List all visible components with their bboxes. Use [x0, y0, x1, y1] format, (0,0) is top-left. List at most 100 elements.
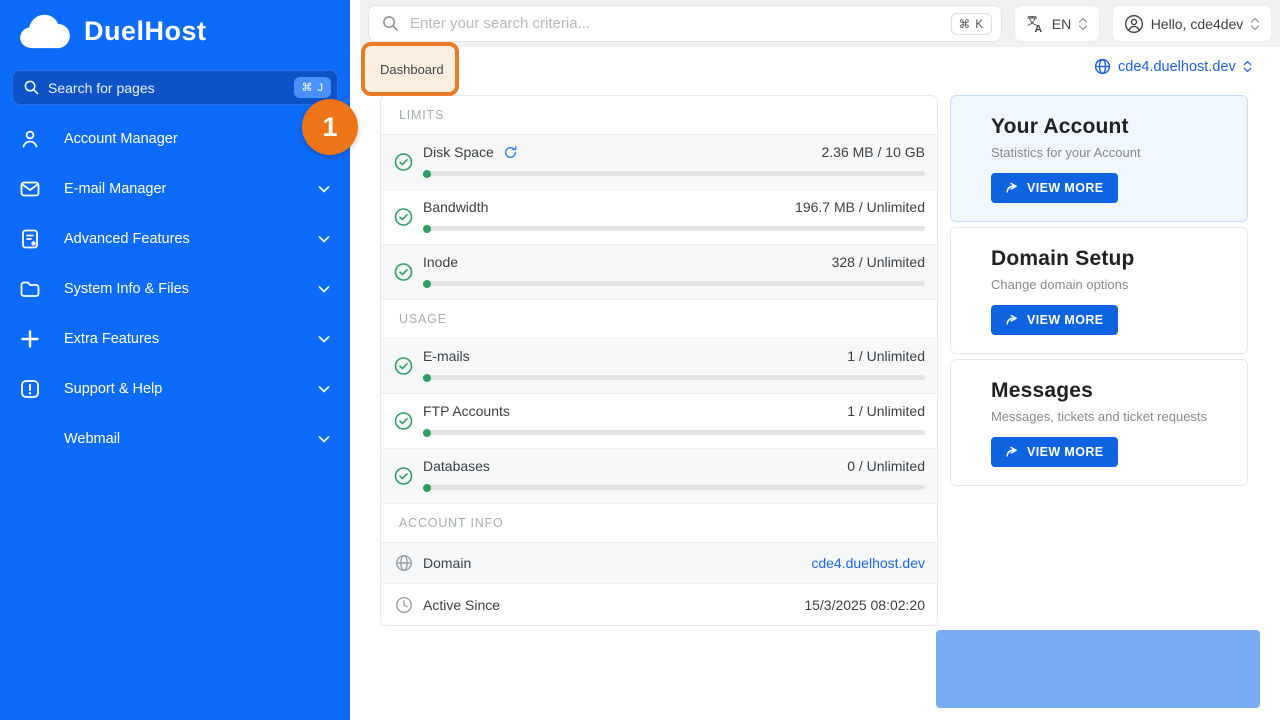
metric-value: 196.7 MB / Unlimited: [795, 199, 925, 215]
domain-selector[interactable]: cde4.duelhost.dev: [1094, 58, 1252, 75]
language-selector[interactable]: 文 A EN: [1014, 5, 1100, 42]
annotation-step-badge: 1: [302, 99, 358, 155]
metric-row-bandwidth: Bandwidth 196.7 MB / Unlimited: [381, 190, 937, 245]
cloud-logo-icon: [14, 10, 76, 52]
brand-name: DuelHost: [84, 16, 207, 47]
info-label: Domain: [423, 555, 471, 571]
user-greeting: Hello, cde4dev: [1151, 16, 1244, 32]
card-subtitle: Messages, tickets and ticket requests: [991, 409, 1233, 424]
user-icon: [17, 126, 43, 152]
domain-link[interactable]: cde4.duelhost.dev: [811, 555, 925, 571]
chevron-down-icon: [316, 431, 332, 447]
progress-bar: [423, 226, 925, 231]
redirect-icon: [1005, 181, 1019, 195]
card-title: Messages: [991, 379, 1233, 403]
metric-row-databases: Databases 0 / Unlimited: [381, 449, 937, 504]
view-more-button[interactable]: VIEW MORE: [991, 173, 1118, 203]
check-circle-icon: [394, 412, 413, 431]
topbar-search-shortcut: ⌘ K: [951, 13, 992, 35]
card-title: Your Account: [991, 115, 1233, 139]
sidebar-item-advanced-features[interactable]: Advanced Features: [0, 214, 350, 264]
metric-row-disk-space: Disk Space 2.36 MB / 10 GB: [381, 135, 937, 190]
progress-bar: [423, 171, 925, 176]
translate-icon: 文 A: [1026, 14, 1045, 33]
domain-selector-label: cde4.duelhost.dev: [1118, 59, 1236, 75]
progress-bar: [423, 375, 925, 380]
redirect-icon: [1005, 313, 1019, 327]
metric-label: Inode: [423, 254, 458, 270]
sidebar-search[interactable]: ⌘ J: [12, 70, 338, 105]
progress-bar: [423, 281, 925, 286]
info-row-active-since: Active Since 15/3/2025 08:02:20: [381, 584, 937, 625]
sidebar-item-email-manager[interactable]: E-mail Manager: [0, 164, 350, 214]
view-more-label: VIEW MORE: [1027, 445, 1104, 459]
metric-row-emails: E-mails 1 / Unlimited: [381, 339, 937, 394]
quick-links-column: Your Account Statistics for your Account…: [950, 95, 1248, 491]
sidebar-item-label: Support & Help: [64, 381, 162, 397]
chevron-down-icon: [316, 331, 332, 347]
sidebar: DuelHost ⌘ J Account Manager E-mail Mana…: [0, 0, 350, 720]
view-more-button[interactable]: VIEW MORE: [991, 437, 1118, 467]
progress-bar: [423, 430, 925, 435]
info-row-domain: Domain cde4.duelhost.dev: [381, 543, 937, 584]
progress-indicator: [423, 170, 431, 178]
redirect-icon: [1005, 445, 1019, 459]
card-domain-setup: Domain Setup Change domain options VIEW …: [950, 227, 1248, 354]
view-more-label: VIEW MORE: [1027, 313, 1104, 327]
metric-value: 0 / Unlimited: [847, 458, 925, 474]
user-circle-icon: [1124, 14, 1144, 34]
globe-icon: [395, 554, 413, 572]
search-icon: [24, 80, 39, 95]
metric-value: 1 / Unlimited: [847, 348, 925, 364]
card-subtitle: Change domain options: [991, 277, 1233, 292]
view-more-button[interactable]: VIEW MORE: [991, 305, 1118, 335]
metric-label: Disk Space: [423, 144, 494, 160]
metric-row-ftp-accounts: FTP Accounts 1 / Unlimited: [381, 394, 937, 449]
metric-value: 328 / Unlimited: [832, 254, 925, 270]
mail-icon: [17, 176, 43, 202]
info-value: 15/3/2025 08:02:20: [804, 597, 925, 613]
sidebar-item-account-manager[interactable]: Account Manager: [0, 114, 350, 164]
language-label: EN: [1052, 16, 1071, 32]
sidebar-item-system-info-files[interactable]: System Info & Files: [0, 264, 350, 314]
sort-chevrons-icon: [1243, 60, 1252, 73]
sidebar-item-webmail[interactable]: Webmail: [0, 414, 350, 464]
folder-icon: [17, 276, 43, 302]
refresh-icon[interactable]: [503, 145, 518, 160]
user-menu[interactable]: Hello, cde4dev: [1112, 5, 1272, 42]
check-circle-icon: [394, 263, 413, 282]
check-circle-icon: [394, 153, 413, 172]
card-subtitle: Statistics for your Account: [991, 145, 1233, 160]
sidebar-item-extra-features[interactable]: Extra Features: [0, 314, 350, 364]
chevron-down-icon: [316, 181, 332, 197]
section-title-limits: LIMITS: [381, 96, 937, 135]
metric-value: 1 / Unlimited: [847, 403, 925, 419]
card-messages: Messages Messages, tickets and ticket re…: [950, 359, 1248, 486]
sidebar-item-label: Advanced Features: [64, 231, 190, 247]
topbar-search[interactable]: ⌘ K: [368, 5, 1002, 42]
sidebar-item-label: Extra Features: [64, 331, 159, 347]
progress-indicator: [423, 429, 431, 437]
sidebar-menu: Account Manager E-mail Manager Advanced …: [0, 114, 350, 464]
card-title: Domain Setup: [991, 247, 1233, 271]
plus-icon: [17, 326, 43, 352]
sidebar-search-input[interactable]: [48, 80, 294, 96]
chevron-down-icon: [316, 231, 332, 247]
sidebar-item-label: Webmail: [64, 431, 120, 447]
card-your-account: Your Account Statistics for your Account…: [950, 95, 1248, 222]
metric-label: Databases: [423, 458, 490, 474]
sidebar-item-label: E-mail Manager: [64, 181, 166, 197]
brand-logo[interactable]: DuelHost: [0, 0, 350, 52]
annotation-step-number: 1: [322, 112, 337, 143]
breadcrumb[interactable]: Dashboard: [380, 62, 444, 77]
sidebar-item-support-help[interactable]: Support & Help: [0, 364, 350, 414]
sort-chevrons-icon: [1078, 17, 1088, 31]
features-icon: [17, 226, 43, 252]
metric-value: 2.36 MB / 10 GB: [822, 144, 926, 160]
selection-highlight-overlay: [936, 630, 1260, 708]
check-circle-icon: [394, 467, 413, 486]
globe-icon: [1094, 58, 1111, 75]
stats-table: LIMITS Disk Space 2.36 MB / 10 GB Bandwi…: [380, 95, 938, 626]
check-circle-icon: [394, 357, 413, 376]
topbar-search-input[interactable]: [410, 15, 951, 32]
